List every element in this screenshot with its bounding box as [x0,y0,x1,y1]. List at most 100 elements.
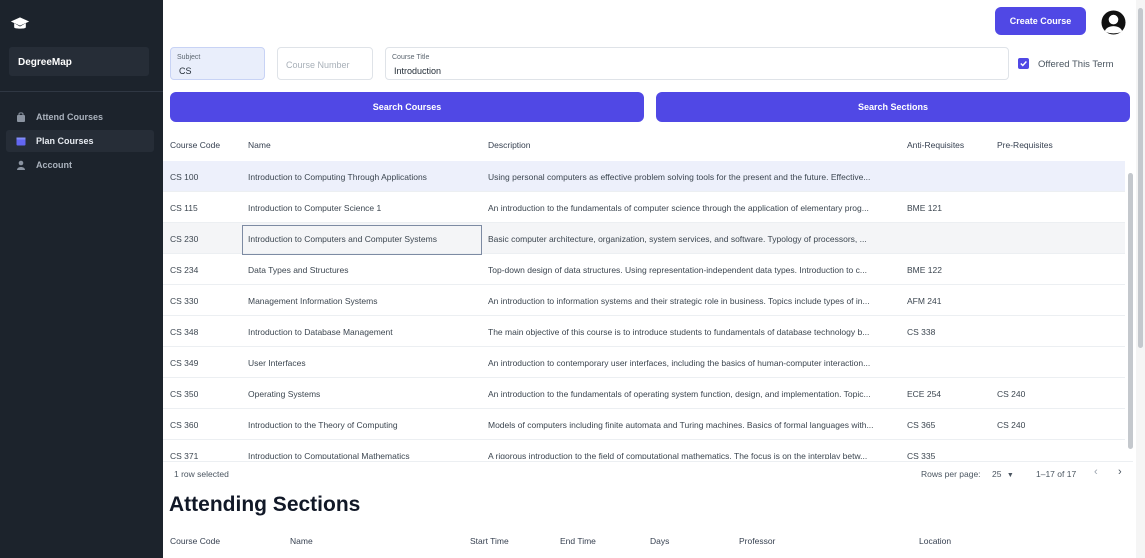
attending-header-code[interactable]: Course Code [170,536,220,546]
cell-description: Basic computer architecture, organizatio… [488,234,867,244]
page-scrollbar[interactable] [1136,0,1145,558]
cell-code: CS 234 [170,265,199,275]
course-number-field[interactable]: Course Number [277,47,373,80]
column-header-description[interactable]: Description [488,140,531,150]
cell-anti-requisites: BME 122 [907,265,942,275]
cell-code: CS 115 [170,203,198,213]
cell-anti-requisites: CS 365 [907,420,936,430]
attending-header-professor[interactable]: Professor [739,536,775,546]
next-page-icon[interactable]: › [1118,466,1122,478]
check-icon [1020,61,1027,67]
course-title-field[interactable]: Course Title Introduction [385,47,1009,80]
cell-anti-requisites: CS 338 [907,327,936,337]
cell-code: CS 350 [170,389,199,399]
cell-code: CS 348 [170,327,199,337]
table-row[interactable]: CS 349 User Interfaces An introduction t… [163,347,1125,378]
table-row[interactable]: CS 348 Introduction to Database Manageme… [163,316,1125,347]
offered-this-term-checkbox[interactable] [1018,58,1029,69]
app-root: DegreeMap Attend Courses Plan Courses Ac… [0,0,1145,558]
table-scroll-thumb[interactable] [1128,173,1133,449]
cell-code: CS 230 [170,234,199,244]
course-title-value: Introduction [394,66,442,76]
page-scroll-thumb[interactable] [1138,8,1143,348]
create-course-button[interactable]: Create Course [995,7,1086,35]
selection-count: 1 row selected [174,469,229,479]
column-header-code[interactable]: Course Code [170,140,220,150]
cell-description: The main objective of this course is to … [488,327,870,337]
cell-anti-requisites: AFM 241 [907,296,942,306]
cell-code: CS 330 [170,296,199,306]
brand-name[interactable]: DegreeMap [9,47,149,76]
prev-page-icon[interactable]: ‹ [1094,466,1098,478]
subject-field[interactable]: Subject CS [170,47,265,80]
user-icon [16,160,26,170]
offered-this-term-label: Offered This Term [1038,59,1114,70]
cell-name: Data Types and Structures [248,265,349,275]
cell-anti-requisites: CS 335 [907,451,936,459]
bag-icon [16,112,26,122]
attending-header-name[interactable]: Name [290,536,313,546]
course-number-placeholder: Course Number [286,60,350,70]
cell-description: An introduction to the fundamentals of o… [488,389,871,399]
cell-name: Introduction to Database Management [248,327,393,337]
attending-sections-title: Attending Sections [169,493,361,516]
table-row[interactable]: CS 360 Introduction to the Theory of Com… [163,409,1125,440]
subject-value: CS [179,66,192,76]
cell-anti-requisites: ECE 254 [907,389,942,399]
avatar-icon[interactable] [1101,10,1126,35]
attending-header-start-time[interactable]: Start Time [470,536,509,546]
table-row[interactable]: CS 100 Introduction to Computing Through… [163,161,1125,192]
rows-per-page-value: 25 [992,469,1002,479]
cell-pre-requisites: CS 240 [997,389,1026,399]
pagination-range: 1–17 of 17 [1036,469,1077,479]
attending-header-end-time[interactable]: End Time [560,536,596,546]
table-row[interactable]: CS 330 Management Information Systems An… [163,285,1125,316]
sidebar-item-account[interactable]: Account [6,154,154,176]
sidebar: DegreeMap Attend Courses Plan Courses Ac… [0,0,163,558]
column-header-pre-requisites[interactable]: Pre-Requisites [997,140,1053,150]
table-row[interactable]: CS 350 Operating Systems An introduction… [163,378,1125,409]
attending-header-days[interactable]: Days [650,536,669,546]
search-sections-button[interactable]: Search Sections [656,92,1130,122]
cell-name: User Interfaces [248,358,306,368]
cell-anti-requisites: BME 121 [907,203,942,213]
graduation-cap-icon[interactable] [10,15,30,33]
caret-down-icon: ▼ [1006,472,1014,479]
subject-label: Subject [177,54,201,61]
table-footer-divider [163,461,1133,462]
cell-description: An introduction to the fundamentals of c… [488,203,869,213]
column-header-name[interactable]: Name [248,140,271,150]
cell-description: A rigorous introduction to the field of … [488,451,868,459]
sidebar-item-label: Account [36,160,72,170]
table-row[interactable]: CS 115 Introduction to Computer Science … [163,192,1125,223]
cell-description: Models of computers including finite aut… [488,420,874,430]
cell-code: CS 360 [170,420,199,430]
sidebar-item-label: Attend Courses [36,112,104,122]
sidebar-divider [0,91,163,92]
cell-code: CS 371 [170,451,199,459]
cell-description: Top-down design of data structures. Usin… [488,265,867,275]
cell-name: Introduction to Computer Science 1 [248,203,382,213]
cell-description: An introduction to contemporary user int… [488,358,871,368]
attending-header-location[interactable]: Location [919,536,951,546]
cell-focus-outline [242,225,482,255]
sidebar-item-attend-courses[interactable]: Attend Courses [6,106,154,128]
rows-per-page-select[interactable]: 25 ▼ [992,469,1014,479]
cell-name: Introduction to Computing Through Applic… [248,172,427,182]
cell-code: CS 100 [170,172,199,182]
cell-description: An introduction to information systems a… [488,296,870,306]
sidebar-item-plan-courses[interactable]: Plan Courses [6,130,154,152]
calendar-icon [16,136,26,146]
column-header-anti-requisites[interactable]: Anti-Requisites [907,140,964,150]
table-scrollbar[interactable] [1126,165,1135,457]
cell-name: Introduction to Computational Mathematic… [248,451,410,459]
table-row[interactable]: CS 234 Data Types and Structures Top-dow… [163,254,1125,285]
cell-pre-requisites: CS 240 [997,420,1026,430]
cell-description: Using personal computers as effective pr… [488,172,871,182]
courses-table-body: CS 100 Introduction to Computing Through… [163,161,1125,459]
cell-name: Introduction to the Theory of Computing [248,420,398,430]
table-row[interactable]: CS 371 Introduction to Computational Mat… [163,440,1125,459]
search-courses-button[interactable]: Search Courses [170,92,644,122]
cell-name: Management Information Systems [248,296,378,306]
sidebar-item-label: Plan Courses [36,136,94,146]
